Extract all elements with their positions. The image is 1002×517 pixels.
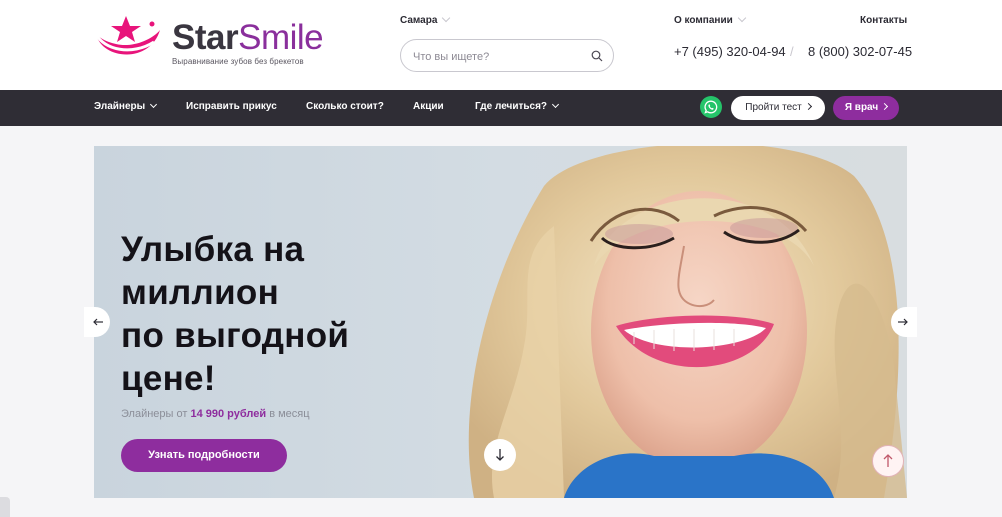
arrow-down-icon [496,449,504,461]
arrow-up-icon [883,454,893,467]
doctor-button[interactable]: Я врач [833,96,899,120]
hero-title-line: миллион [121,273,280,312]
hero-price: 14 990 рублей [190,408,267,420]
hero-title-line: по выгодной [121,316,350,355]
slider-next-button[interactable] [891,307,917,337]
about-company-label: О компании [674,15,733,26]
scroll-down-button[interactable] [484,439,516,471]
logo-word-smile: Smile [238,18,324,57]
side-widget-tab[interactable] [0,497,10,517]
search-box[interactable] [400,39,614,73]
hero-title-line: цене! [121,359,216,398]
phone-hotline[interactable]: 8 (800) 302-07-45 [808,44,912,59]
chevron-right-icon [881,102,889,111]
search-input[interactable] [411,40,585,73]
whatsapp-button[interactable] [700,96,722,118]
chevron-down-icon [442,13,451,23]
nav-item-price[interactable]: Сколько стоит? [306,101,384,112]
scroll-to-top-button[interactable] [872,445,904,477]
hero-subtitle-suffix: в месяц [269,408,310,420]
phone-separator: / [790,44,794,59]
whatsapp-icon [704,100,718,114]
hero-subtitle-prefix: Элайнеры от [121,408,188,420]
about-company-menu[interactable]: О компании [674,13,746,26]
nav-item-where-to-treat[interactable]: Где лечиться? [475,100,560,112]
chevron-down-icon [737,13,746,23]
chevron-right-icon [804,102,812,111]
take-test-button[interactable]: Пройти тест [731,96,825,120]
phone-moscow[interactable]: +7 (495) 320-04-94 [674,44,786,59]
arrow-right-icon [898,318,908,326]
nav-item-promotions[interactable]: Акции [413,101,444,112]
doctor-label: Я врач [844,102,879,113]
arrow-left-icon [93,318,103,326]
hero-subtitle: Элайнеры от 14 990 рублей в месяц [121,408,310,420]
hero-title: Улыбка на миллион по выгодной цене! [121,228,461,400]
logo-tagline: Выравнивание зубов без брекетов [172,57,304,66]
chevron-down-icon [551,100,560,109]
logo-word-star: Star [172,18,239,57]
take-test-label: Пройти тест [745,102,802,113]
contacts-link[interactable]: Контакты [860,15,907,26]
logo[interactable]: StarSmile Выравнивание зубов без брекето… [92,12,352,72]
city-label: Самара [400,15,438,26]
site-header: StarSmile Выравнивание зубов без брекето… [0,0,1002,90]
hero-title-line: Улыбка на [121,230,305,269]
hero-banner: Улыбка на миллион по выгодной цене! Элай… [94,146,907,498]
chevron-down-icon [150,100,158,109]
city-selector[interactable]: Самара [400,13,451,26]
search-icon[interactable] [591,50,603,62]
nav-item-aligners[interactable]: Элайнеры [94,100,158,112]
nav-item-label: Где лечиться? [475,101,548,112]
learn-more-button[interactable]: Узнать подробности [121,439,287,472]
nav-item-label: Элайнеры [94,101,146,112]
nav-item-fix-bite[interactable]: Исправить прикус [186,101,277,112]
logo-wordmark: StarSmile [172,18,324,58]
slider-prev-button[interactable] [84,307,110,337]
logo-mark-icon [94,16,160,55]
